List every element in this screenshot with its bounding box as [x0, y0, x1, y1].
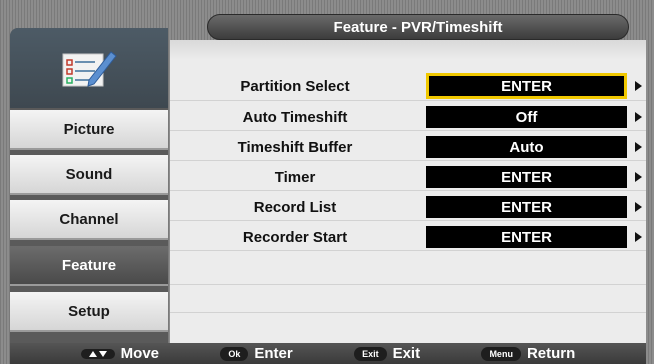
arrow-right-icon	[635, 142, 642, 152]
arrow-right-icon	[635, 112, 642, 122]
hint-label: Enter	[254, 345, 293, 362]
up-down-arrows-icon	[80, 348, 115, 359]
row-divider	[170, 100, 646, 101]
setting-label: Timeshift Buffer	[237, 138, 353, 156]
row-divider	[170, 250, 646, 251]
setting-label: Partition Select	[240, 77, 350, 95]
setting-row-record-list[interactable]: Record List ENTER	[170, 194, 646, 220]
row-divider	[170, 312, 646, 313]
setting-value-button[interactable]: ENTER	[426, 196, 627, 218]
sidebar-item-channel[interactable]: Channel	[10, 200, 168, 240]
arrow-right-icon	[635, 172, 642, 182]
setting-label: Recorder Start	[242, 228, 348, 246]
hint-exit: Exit Exit	[354, 345, 420, 362]
menu-key-badge: Menu	[481, 346, 521, 361]
row-divider	[170, 220, 646, 221]
sidebar-item-sound[interactable]: Sound	[10, 155, 168, 195]
setting-row-timer[interactable]: Timer ENTER	[170, 164, 646, 190]
hint-enter: Ok Enter	[220, 345, 293, 362]
sidebar-item-label: Setup	[68, 302, 110, 320]
arrow-right-icon	[635, 202, 642, 212]
setting-value-button[interactable]: ENTER	[426, 166, 627, 188]
hint-return: Menu Return	[481, 345, 575, 362]
hint-label: Move	[120, 345, 160, 362]
hint-label: Return	[526, 345, 576, 362]
sidebar-item-label: Feature	[61, 256, 117, 274]
setting-value-button[interactable]: Off	[426, 106, 627, 128]
key-hint-bar: Move Ok Enter Exit Exit Menu Return	[10, 343, 646, 364]
feature-icon-tile	[10, 28, 168, 108]
row-divider	[170, 130, 646, 131]
arrow-right-icon	[635, 232, 642, 242]
setting-label: Timer	[274, 168, 316, 186]
exit-key-badge: Exit	[354, 346, 387, 361]
hint-label: Exit	[392, 345, 421, 362]
sidebar-item-label: Sound	[65, 165, 113, 183]
row-divider	[170, 284, 646, 285]
sidebar-item-setup[interactable]: Setup	[10, 292, 168, 332]
settings-panel: Partition Select ENTER Auto Timeshift Of…	[170, 40, 646, 343]
setting-row-recorder-start[interactable]: Recorder Start ENTER	[170, 224, 646, 250]
setting-value-button[interactable]: Auto	[426, 136, 627, 158]
setting-label: Auto Timeshift	[242, 108, 348, 126]
setting-row-timeshift-buffer[interactable]: Timeshift Buffer Auto	[170, 134, 646, 160]
sidebar-item-label: Channel	[59, 210, 119, 228]
page-title-text: Feature - PVR/Timeshift	[333, 18, 503, 36]
setting-label: Record List	[253, 198, 337, 216]
checklist-pencil-icon	[62, 51, 117, 87]
page-title: Feature - PVR/Timeshift	[207, 14, 629, 40]
ok-key-badge: Ok	[220, 346, 249, 361]
arrow-right-icon	[635, 81, 642, 91]
setting-value-button[interactable]: ENTER	[426, 226, 627, 248]
sidebar-item-picture[interactable]: Picture	[10, 110, 168, 150]
setting-value-button[interactable]: ENTER	[426, 73, 627, 99]
setting-row-auto-timeshift[interactable]: Auto Timeshift Off	[170, 104, 646, 130]
row-divider	[170, 160, 646, 161]
setting-row-partition-select[interactable]: Partition Select ENTER	[170, 73, 646, 99]
sidebar-item-feature[interactable]: Feature	[10, 246, 168, 286]
settings-panel-header	[170, 40, 646, 60]
row-divider	[170, 190, 646, 191]
hint-move: Move	[80, 345, 160, 362]
sidebar-item-label: Picture	[63, 120, 115, 138]
